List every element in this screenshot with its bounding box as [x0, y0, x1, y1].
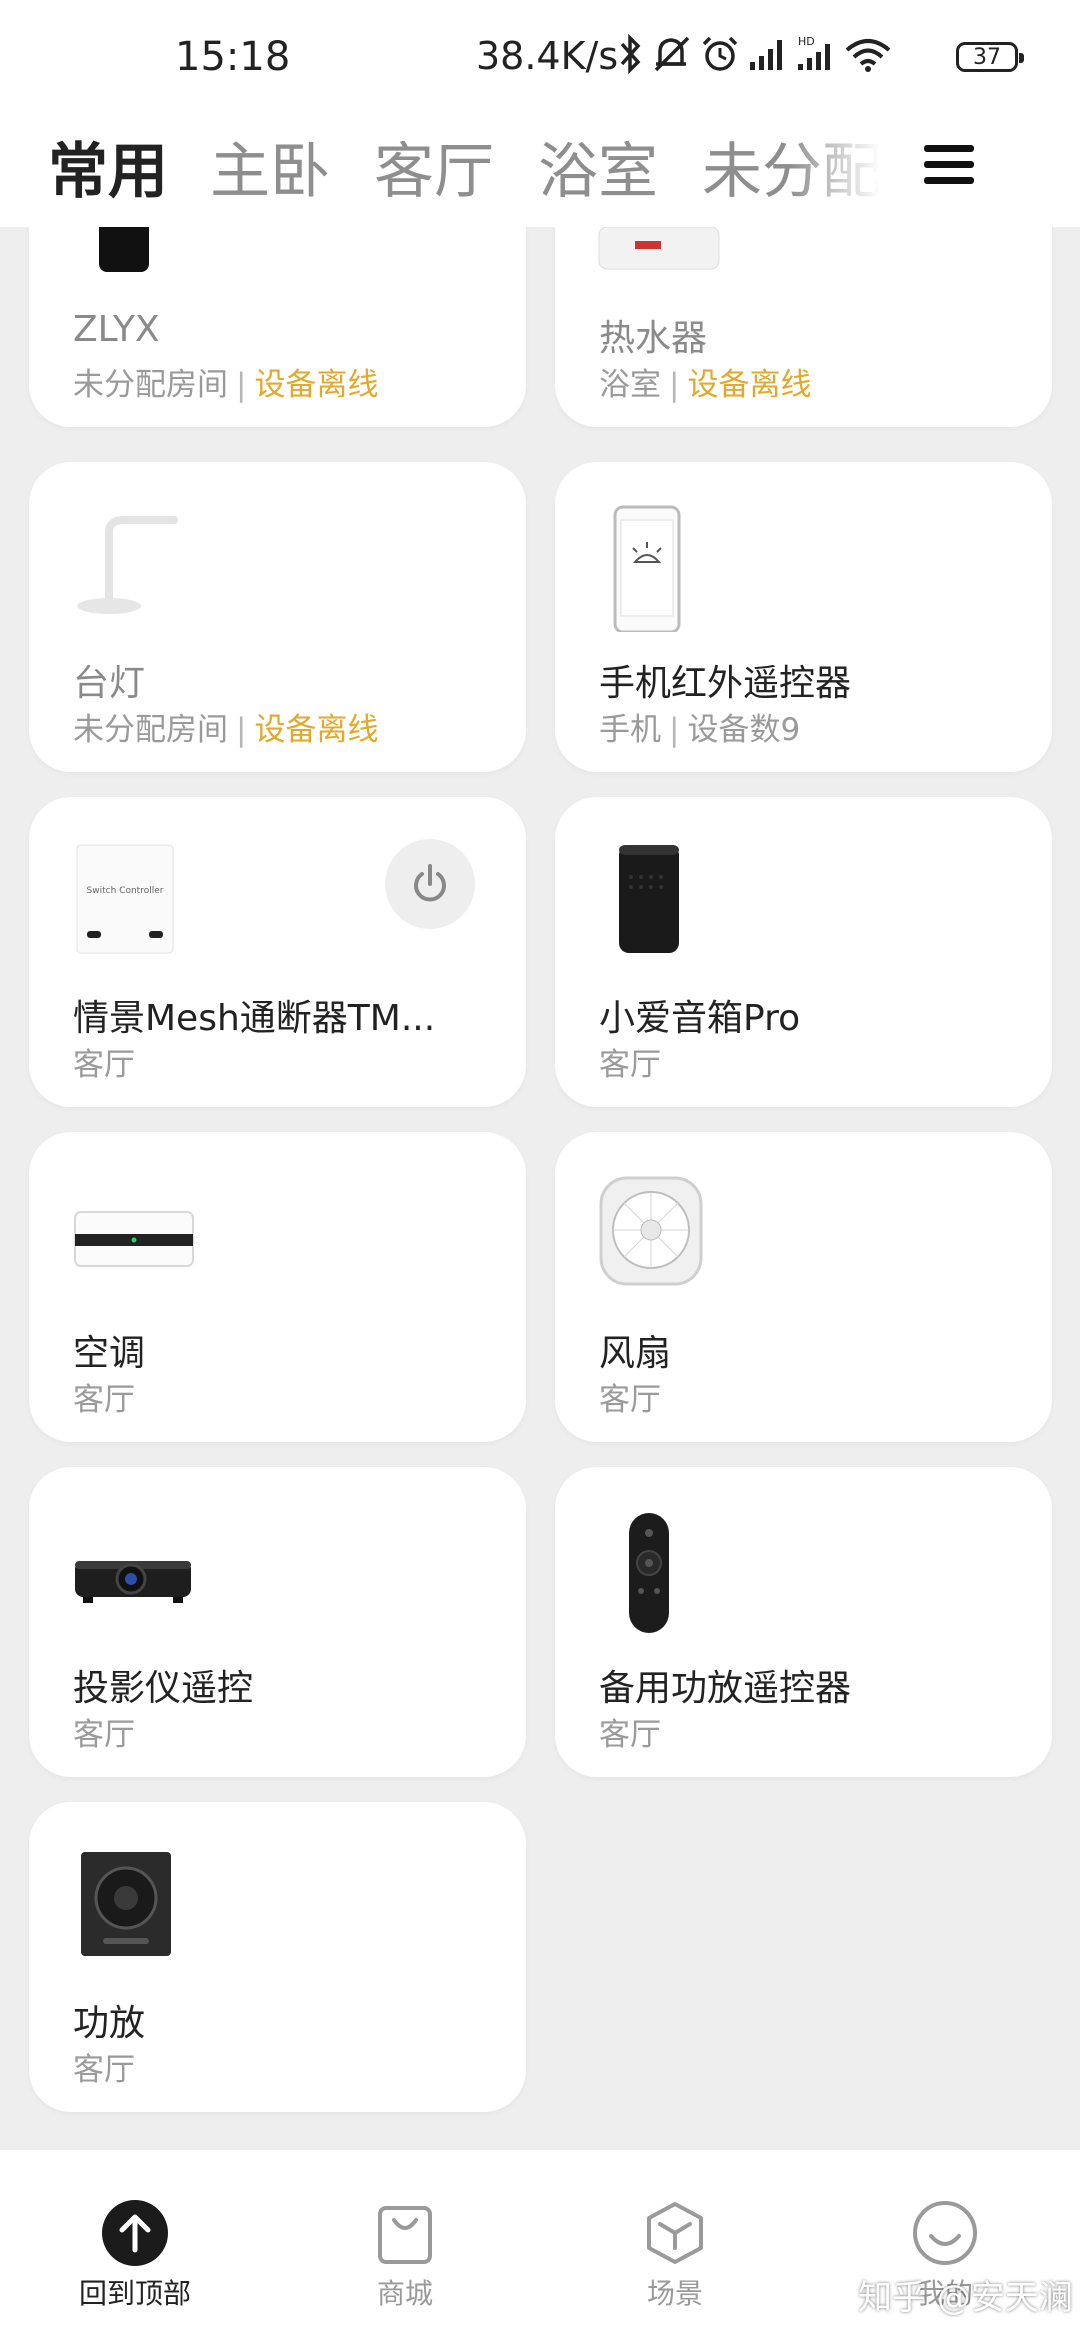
device-subtitle: 客厅 — [73, 2044, 135, 2089]
bluetooth-icon — [618, 34, 642, 74]
device-card-air-conditioner[interactable]: 空调 客厅 — [29, 1132, 526, 1442]
device-subtitle: 浴室 | 设备离线 — [599, 359, 811, 404]
device-name: 功放 — [73, 2003, 146, 2044]
nav-back-to-top[interactable]: 回到顶部 — [35, 2198, 235, 2312]
device-name: 热水器 — [599, 318, 708, 359]
room-tabs: 常用 主卧 客厅 浴室 未分配 — [0, 115, 1080, 227]
device-card-fan[interactable]: 风扇 客厅 — [555, 1132, 1052, 1442]
signal-hd-icon: HD — [796, 34, 836, 74]
phone-remote-icon — [595, 502, 705, 634]
speaker-icon — [595, 837, 705, 957]
device-subtitle: 客厅 — [73, 1039, 135, 1084]
device-room: 客厅 — [73, 1717, 135, 1753]
device-subtitle: 未分配房间 | 设备离线 — [73, 704, 378, 749]
nav-scenes[interactable]: 场景 — [575, 2198, 775, 2312]
tab-fade-overlay — [790, 115, 880, 215]
device-name: 备用功放遥控器 — [599, 1668, 852, 1709]
device-subtitle: 未分配房间 | 设备离线 — [73, 359, 378, 404]
separator: | — [669, 712, 680, 748]
power-icon — [414, 864, 446, 902]
wifi-icon — [844, 34, 892, 74]
alarm-icon — [700, 34, 740, 74]
device-card-phone-ir-remote[interactable]: 手机红外遥控器 手机 | 设备数9 — [555, 462, 1052, 772]
device-status: 设备离线 — [254, 712, 379, 748]
device-room: 客厅 — [599, 1717, 661, 1753]
device-card-mesh-switch[interactable]: Switch Controller 情景Mesh通断器TM... 客厅 — [29, 797, 526, 1107]
device-room: 客厅 — [599, 1382, 661, 1418]
device-name: 空调 — [73, 1333, 146, 1374]
device-room: 客厅 — [73, 2052, 135, 2088]
status-bar: 15:18 38.4K/s HD 37 — [0, 0, 1080, 115]
device-name: 投影仪遥控 — [73, 1668, 254, 1709]
tab-common[interactable]: 常用 — [48, 123, 168, 210]
device-room: 浴室 — [599, 367, 661, 403]
battery-indicator: 37 — [956, 42, 1024, 72]
device-room: 客厅 — [73, 1382, 135, 1418]
nav-label: 场景 — [646, 2277, 703, 2310]
svg-text:HD: HD — [798, 35, 815, 48]
device-card-amp-remote[interactable]: 备用功放遥控器 客厅 — [555, 1467, 1052, 1777]
mute-icon — [650, 34, 692, 74]
status-icons: HD — [618, 30, 892, 78]
menu-icon[interactable] — [924, 143, 974, 187]
device-room: 未分配房间 — [73, 712, 228, 748]
water-heater-icon — [595, 227, 720, 277]
device-card-xiaoai-speaker[interactable]: 小爱音箱Pro 客厅 — [555, 797, 1052, 1107]
device-subtitle: 客厅 — [73, 1374, 135, 1419]
watermark: 知乎 @安天澜 — [858, 2278, 1073, 2318]
device-status: 设备离线 — [687, 367, 812, 403]
smile-icon — [910, 2198, 980, 2268]
device-room: 客厅 — [73, 1047, 135, 1083]
device-name: ZLYX — [73, 309, 160, 350]
power-button[interactable] — [385, 839, 475, 929]
status-time: 15:18 — [175, 34, 291, 80]
nav-shop[interactable]: 商城 — [305, 2198, 505, 2312]
tab-master-bedroom[interactable]: 主卧 — [210, 123, 330, 210]
arrow-up-icon — [100, 2198, 170, 2268]
projector-icon — [69, 1507, 191, 1627]
separator: | — [236, 367, 247, 403]
device-card-water-heater[interactable]: 热水器 浴室 | 设备离线 — [555, 227, 1052, 427]
device-card-amplifier[interactable]: 功放 客厅 — [29, 1802, 526, 2112]
remote-control-icon — [595, 1507, 705, 1633]
device-name: 小爱音箱Pro — [599, 998, 801, 1039]
device-room: 客厅 — [599, 1047, 661, 1083]
device-name: 手机红外遥控器 — [599, 663, 852, 704]
device-room: 手机 — [599, 712, 661, 748]
signal-icon — [748, 34, 788, 74]
device-room: 未分配房间 — [73, 367, 228, 403]
device-status: 设备离线 — [254, 367, 379, 403]
amplifier-icon — [69, 1842, 179, 1962]
device-name: 台灯 — [73, 663, 146, 704]
tab-living-room[interactable]: 客厅 — [374, 123, 494, 210]
device-subtitle: 客厅 — [599, 1709, 661, 1754]
nav-label: 回到顶部 — [78, 2277, 191, 2310]
tab-bathroom[interactable]: 浴室 — [538, 123, 658, 210]
device-count: 设备数9 — [687, 712, 801, 748]
device-name: 情景Mesh通断器TM... — [73, 998, 436, 1039]
device-subtitle: 客厅 — [73, 1709, 135, 1754]
air-conditioner-icon — [69, 1172, 194, 1292]
nav-label: 商城 — [376, 2277, 433, 2310]
switch-controller-icon: Switch Controller — [69, 837, 179, 957]
device-card-projector-remote[interactable]: 投影仪遥控 客厅 — [29, 1467, 526, 1777]
device-grid: ZLYX 未分配房间 | 设备离线 热水器 浴室 | 设备离线 台灯 未分配房间 | 设备离… — [0, 227, 1080, 2147]
network-speed: 38.4K/s — [476, 34, 619, 78]
desk-lamp-icon — [69, 502, 179, 622]
router-icon — [69, 227, 179, 277]
device-card-zlyx[interactable]: ZLYX 未分配房间 | 设备离线 — [29, 227, 526, 427]
shopping-bag-icon — [370, 2198, 440, 2268]
device-name: 风扇 — [599, 1333, 672, 1374]
svg-text:Switch Controller: Switch Controller — [87, 886, 164, 896]
device-subtitle: 手机 | 设备数9 — [599, 704, 800, 749]
cube-icon — [640, 2198, 710, 2268]
fan-icon — [595, 1172, 705, 1292]
device-subtitle: 客厅 — [599, 1039, 661, 1084]
device-subtitle: 客厅 — [599, 1374, 661, 1419]
separator: | — [669, 367, 680, 403]
separator: | — [236, 712, 247, 748]
device-card-desk-lamp[interactable]: 台灯 未分配房间 | 设备离线 — [29, 462, 526, 772]
